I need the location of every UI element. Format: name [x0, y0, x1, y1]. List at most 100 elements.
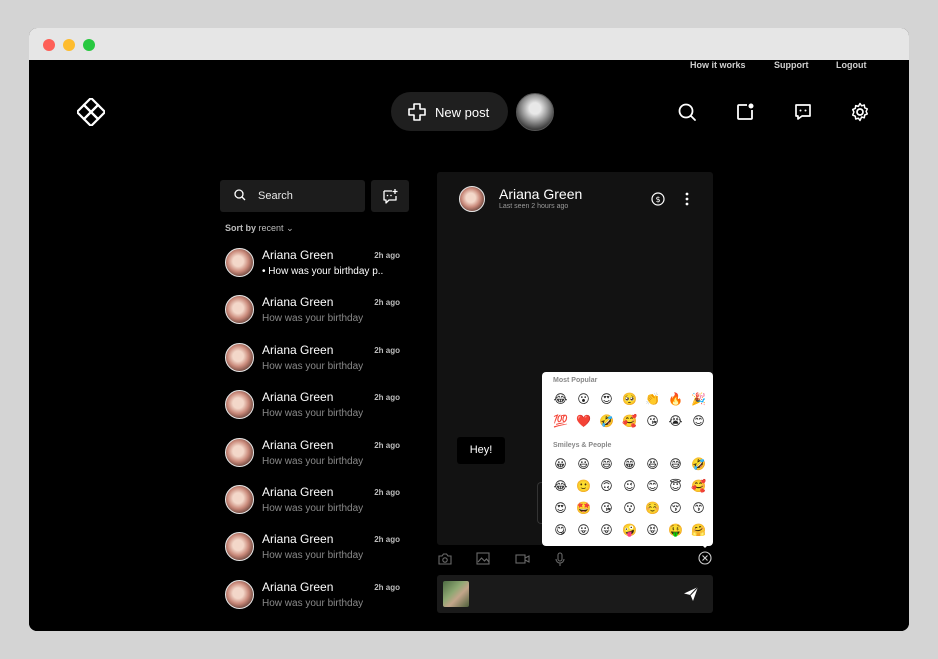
timestamp: 2h ago [374, 251, 400, 260]
emoji-item[interactable]: 😛 [572, 521, 595, 539]
video-icon[interactable] [515, 552, 530, 565]
minimize-window-button[interactable] [63, 39, 75, 51]
conversation-item[interactable]: Ariana Green 2h ago How was your birthda… [220, 526, 410, 573]
emoji-item[interactable]: 🙂 [572, 477, 595, 495]
contact-name: Ariana Green [262, 248, 334, 262]
emoji-item[interactable]: 😄 [595, 455, 618, 473]
new-message-icon [383, 189, 398, 204]
tip-dollar-icon[interactable]: $ [651, 192, 665, 206]
emoji-item[interactable]: 👏 [641, 390, 664, 408]
new-message-button[interactable] [371, 180, 409, 212]
emoji-item[interactable]: 😍 [595, 390, 618, 408]
emoji-item[interactable]: ☺️ [641, 499, 664, 517]
emoji-item[interactable]: 🤪 [618, 521, 641, 539]
emoji-item[interactable]: 😝 [641, 521, 664, 539]
avatar [225, 390, 254, 420]
avatar [225, 437, 254, 467]
emoji-item[interactable]: 😃 [572, 455, 595, 473]
emoji-item[interactable]: 😘 [595, 499, 618, 517]
message-preview: How was your birthday [262, 550, 364, 562]
emoji-item[interactable]: 🥰 [687, 477, 710, 495]
conversation-list: Ariana Green 2h ago • How was your birth… [220, 242, 410, 621]
emoji-item[interactable]: 😊 [641, 477, 664, 495]
emoji-item[interactable]: 🤩 [572, 499, 595, 517]
contact-name: Ariana Green [262, 437, 334, 452]
camera-icon[interactable] [438, 552, 452, 565]
emoji-item[interactable]: 😊 [687, 412, 710, 430]
emoji-grid-popular: 😂 😮 😍 🥺 👏 🔥 🎉 💯 ❤️ 🤣 🥰 😘 😭 😊 [549, 390, 710, 430]
emoji-item[interactable]: 😂 [549, 390, 572, 408]
conversation-item[interactable]: Ariana Green 2h ago How was your birthda… [220, 574, 410, 621]
emoji-item[interactable]: 😗 [618, 499, 641, 517]
emoji-item[interactable]: 😅 [664, 455, 687, 473]
close-icon[interactable] [698, 551, 712, 565]
message-input[interactable] [437, 575, 713, 613]
emoji-item[interactable]: 😘 [641, 412, 664, 430]
emoji-item[interactable]: 🎉 [687, 390, 710, 408]
avatar [225, 342, 254, 372]
image-icon[interactable] [476, 552, 490, 565]
close-window-button[interactable] [43, 39, 55, 51]
search-icon[interactable] [677, 102, 697, 122]
more-options-icon[interactable] [684, 192, 690, 206]
search-input[interactable]: Search [220, 180, 365, 212]
emoji-section-popular: Most Popular [553, 377, 598, 384]
emoji-item[interactable]: 😁 [618, 455, 641, 473]
plus-icon [408, 103, 426, 121]
emoji-item[interactable]: 💯 [549, 412, 572, 430]
microphone-icon[interactable] [555, 552, 565, 566]
contact-name: Ariana Green [262, 532, 334, 547]
emoji-item[interactable]: 🙃 [595, 477, 618, 495]
contact-name: Ariana Green [262, 390, 334, 405]
emoji-item[interactable]: 🤑 [664, 521, 687, 539]
how-it-works-link[interactable]: How it works [690, 60, 746, 70]
chat-icon[interactable] [793, 102, 813, 122]
send-icon[interactable] [683, 586, 699, 602]
emoji-item[interactable]: 🤣 [595, 412, 618, 430]
search-icon [234, 189, 246, 201]
emoji-item[interactable]: 😮 [572, 390, 595, 408]
emoji-item[interactable]: 😀 [549, 455, 572, 473]
emoji-picker-caret [699, 542, 711, 548]
emoji-item[interactable]: ❤️ [572, 412, 595, 430]
emoji-item[interactable]: 😜 [595, 521, 618, 539]
logo-icon[interactable] [77, 98, 105, 126]
conversation-item[interactable]: Ariana Green 2h ago How was your birthda… [220, 432, 410, 479]
conversation-item[interactable]: Ariana Green 2h ago How was your birthda… [220, 479, 410, 526]
emoji-item[interactable]: 😇 [664, 477, 687, 495]
message-preview: How was your birthday [262, 313, 364, 325]
emoji-item[interactable]: 😙 [687, 499, 710, 517]
emoji-item[interactable]: 🤣 [687, 455, 710, 473]
conversation-item[interactable]: Ariana Green 2h ago How was your birthda… [220, 289, 410, 336]
maximize-window-button[interactable] [83, 39, 95, 51]
emoji-item[interactable]: 😚 [664, 499, 687, 517]
emoji-item[interactable]: 😭 [664, 412, 687, 430]
emoji-item[interactable]: 😆 [641, 455, 664, 473]
new-post-button[interactable]: New post [391, 92, 508, 131]
avatar [225, 532, 254, 562]
emoji-item[interactable]: 🥰 [618, 412, 641, 430]
sort-dropdown[interactable]: Sort by recent ⌄ [225, 223, 294, 234]
conversation-item[interactable]: Ariana Green 2h ago • How was your birth… [220, 242, 410, 289]
profile-avatar[interactable] [516, 93, 554, 131]
logout-link[interactable]: Logout [836, 60, 867, 70]
conversation-item[interactable]: Ariana Green 2h ago How was your birthda… [220, 384, 410, 431]
settings-icon[interactable] [850, 102, 870, 122]
emoji-item[interactable]: 😋 [549, 521, 572, 539]
emoji-grid-smileys: 😀 😃 😄 😁 😆 😅 🤣 😂 🙂 🙃 😉 😊 😇 🥰 😍 🤩 😘 😗 ☺️ 😚 😙 😋 😛 😜 🤪 😝 🤑 🤗 [549, 455, 710, 539]
emoji-item[interactable]: 😉 [618, 477, 641, 495]
message-preview: How was your birthday [262, 502, 364, 514]
emoji-item[interactable]: 🤗 [687, 521, 710, 539]
conversation-item[interactable]: Ariana Green 2h ago How was your birthda… [220, 337, 410, 384]
notification-icon[interactable] [735, 102, 755, 122]
emoji-item[interactable]: 😍 [549, 499, 572, 517]
support-link[interactable]: Support [774, 60, 809, 70]
emoji-item[interactable]: 🔥 [664, 390, 687, 408]
sort-prefix: Sort by [225, 223, 257, 233]
search-placeholder: Search [258, 190, 293, 202]
browser-window: How it works Support Logout New post Sea… [29, 28, 909, 631]
emoji-item[interactable]: 😂 [549, 477, 572, 495]
emoji-item[interactable]: 🥺 [618, 390, 641, 408]
message-preview: How was your birthday [262, 597, 364, 609]
attachment-thumbnail[interactable] [443, 581, 469, 607]
